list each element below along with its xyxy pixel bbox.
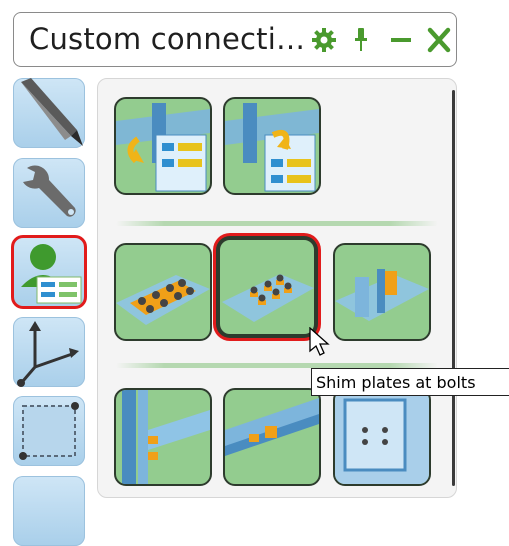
pin-icon[interactable] xyxy=(354,27,368,53)
tool-sidebar xyxy=(11,78,89,546)
window-title: Custom connecti… xyxy=(29,22,306,56)
tooltip: Shim plates at bolts xyxy=(311,368,509,396)
mouse-cursor-icon xyxy=(309,326,331,361)
selection-box-icon xyxy=(13,396,85,466)
sidebar-item-axes[interactable] xyxy=(13,317,85,387)
minimize-icon[interactable] xyxy=(390,27,412,53)
catalog-separator xyxy=(116,221,438,226)
bolt-plate-icon xyxy=(116,245,210,339)
shim-plates-icon xyxy=(220,240,314,334)
sidebar-item-pencil[interactable] xyxy=(13,78,85,148)
tile-connection-explode-left[interactable] xyxy=(114,97,212,195)
close-icon[interactable] xyxy=(427,27,451,53)
tile-connection-explode-right[interactable] xyxy=(223,97,321,195)
beam-splice-icon xyxy=(225,390,319,484)
sidebar-item-custom-component[interactable] xyxy=(11,235,87,309)
tile-column-beam-connection[interactable] xyxy=(114,388,212,486)
tile-beam-splice[interactable] xyxy=(223,388,321,486)
catalog-scrollbar[interactable] xyxy=(452,90,455,486)
beam-explode-icon xyxy=(225,99,319,193)
sidebar-item-more[interactable] xyxy=(13,476,85,546)
sidebar-item-selection-box[interactable] xyxy=(13,396,85,466)
axes-icon xyxy=(13,317,85,387)
sidebar-item-wrench[interactable] xyxy=(13,158,85,228)
tile-stiffener-plate[interactable] xyxy=(333,388,431,486)
pencil-icon xyxy=(13,78,85,148)
column-beam-icon xyxy=(116,390,210,484)
beam-explode-icon xyxy=(116,99,210,193)
end-plate-icon xyxy=(335,245,429,339)
user-component-icon xyxy=(13,237,85,307)
window-titlebar: Custom connecti… xyxy=(13,12,457,67)
tile-end-plate[interactable] xyxy=(333,243,431,341)
tile-shim-plates-at-bolts[interactable] xyxy=(218,238,316,336)
tile-bolt-plate[interactable] xyxy=(114,243,212,341)
gear-icon[interactable] xyxy=(311,27,337,53)
wrench-icon xyxy=(13,158,85,228)
stiffener-icon xyxy=(335,390,429,484)
